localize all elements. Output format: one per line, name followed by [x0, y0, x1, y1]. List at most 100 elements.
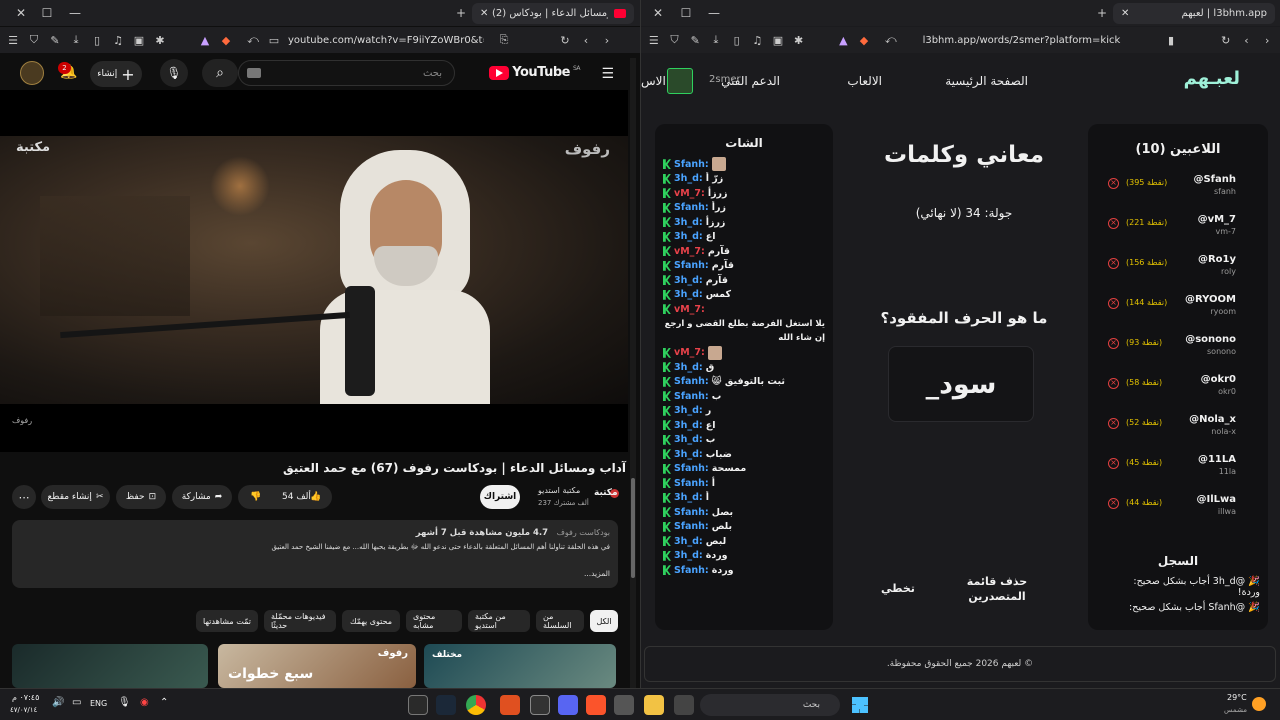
hamburger-menu-icon[interactable]: ☰ [601, 66, 614, 82]
chat-username[interactable]: 3h_d: [674, 405, 703, 416]
nav-games[interactable]: الالعاب [847, 74, 882, 88]
chat-username[interactable]: 3h_d: [674, 289, 703, 300]
close-window-icon[interactable]: ✕ [643, 6, 673, 20]
windows-start-icon[interactable] [852, 697, 868, 713]
shield-icon[interactable]: ⛉ [27, 33, 41, 47]
mic-button[interactable]: 🎙 [160, 59, 188, 87]
show-more-link[interactable]: ...المزيد [20, 569, 610, 578]
menu-icon[interactable]: ☰ [647, 34, 661, 47]
like-icon[interactable]: 👍 [310, 492, 321, 502]
create-button[interactable]: إنشاء + [90, 61, 142, 87]
minimize-window-icon[interactable]: — [60, 6, 90, 20]
shield-icon[interactable]: ⛉ [668, 33, 682, 47]
remove-player-icon[interactable]: × [1108, 458, 1119, 469]
channel-title[interactable]: مكتبة استديو [538, 486, 580, 495]
avatar[interactable] [20, 61, 44, 85]
back-icon[interactable]: ‹ [579, 34, 593, 47]
clip-button[interactable]: إنشاء مقطع ✂ [41, 485, 110, 509]
remove-player-icon[interactable]: × [1108, 418, 1119, 429]
microphone-tray-icon[interactable]: 🎙 [118, 697, 131, 708]
video-thumbnail-2[interactable]: رفوف سبع خطوات [218, 644, 416, 688]
reload-icon[interactable]: ↻ [1219, 34, 1233, 47]
weather-temp[interactable]: 29°C [1227, 693, 1247, 702]
chat-username[interactable]: Sfanh: [674, 478, 709, 489]
music-icon[interactable]: ♫ [111, 34, 125, 47]
chat-username[interactable]: Sfanh: [674, 507, 709, 518]
chat-username[interactable]: 3h_d: [674, 434, 703, 445]
brave-browser-icon[interactable] [586, 695, 606, 715]
chat-username[interactable]: 3h_d: [674, 449, 703, 460]
battery-icon[interactable]: ▭ [72, 697, 81, 708]
chat-username[interactable]: vM_7: [674, 188, 705, 199]
close-tab-icon[interactable]: ✕ [480, 8, 488, 19]
remove-player-icon[interactable]: × [1108, 218, 1119, 229]
username[interactable]: 2smer [709, 74, 741, 85]
video-player[interactable]: رفوف مكتبة رفوف [0, 90, 628, 452]
like-count[interactable]: 54 ألف [282, 492, 311, 502]
nav-home[interactable]: الصفحة الرئيسية [945, 74, 1028, 88]
chip-4[interactable]: محتوى يهمّك [342, 610, 400, 632]
chat-username[interactable]: Sfanh: [674, 260, 709, 271]
reload-icon[interactable]: ↻ [558, 34, 572, 47]
chat-username[interactable]: vM_7: [674, 304, 705, 315]
share-url-icon[interactable]: ⤺ [246, 33, 260, 47]
puzzle-icon[interactable]: ✱ [153, 34, 167, 47]
vpn-icon[interactable]: ▲ [837, 34, 851, 47]
menu-icon[interactable]: ☰ [6, 34, 20, 47]
chat-username[interactable]: vM_7: [674, 246, 705, 257]
puzzle-icon[interactable]: ✱ [792, 34, 806, 47]
chat-username[interactable]: 3h_d: [674, 231, 703, 242]
share-url-icon[interactable]: ⤺ [884, 33, 898, 47]
brave-shield-icon[interactable]: ◆ [857, 34, 871, 47]
download-icon[interactable]: ⤓ [709, 33, 723, 47]
steam-icon[interactable] [436, 695, 456, 715]
sidebar-icon[interactable]: ▯ [730, 34, 744, 47]
screenshot-icon[interactable]: ▣ [132, 34, 146, 47]
chip-0[interactable]: الكل [590, 610, 618, 632]
screenshot-icon[interactable]: ▣ [771, 34, 785, 47]
task-view-icon[interactable] [674, 695, 694, 715]
site-info-icon[interactable]: ▭ [267, 34, 281, 47]
address-bar[interactable]: youtube.com/watch?v=F9iiYZoWBr0&t=3... [288, 35, 484, 46]
discord-icon[interactable] [558, 695, 578, 715]
chat-username[interactable]: Sfanh: [674, 565, 709, 576]
clear-leaderboard-button[interactable]: حذف قائمة المتصدرين [965, 574, 1029, 604]
chrome-icon[interactable] [466, 695, 486, 715]
nav-overflow[interactable]: الاس [641, 74, 666, 88]
youtube-logo[interactable]: YouTube SA [489, 65, 581, 80]
chat-username[interactable]: 3h_d: [674, 362, 703, 373]
remove-player-icon[interactable]: × [1108, 298, 1119, 309]
back-icon[interactable]: ‹ [1240, 34, 1254, 47]
app-icon-2[interactable] [530, 695, 550, 715]
chat-username[interactable]: Sfanh: [674, 463, 709, 474]
taskbar-search[interactable]: بحث [700, 694, 840, 716]
remove-player-icon[interactable]: × [1108, 378, 1119, 389]
video-thumbnail-3[interactable] [12, 644, 208, 688]
forward-icon[interactable]: › [1260, 34, 1274, 47]
vpn-icon[interactable]: ▲ [198, 34, 212, 47]
tray-app-icon[interactable]: ◉ [140, 697, 149, 708]
remove-player-icon[interactable]: × [1108, 258, 1119, 269]
channel-name[interactable]: مكتبة [594, 488, 618, 498]
user-avatar[interactable] [667, 68, 693, 94]
maximize-window-icon[interactable]: ☐ [32, 6, 62, 20]
chat-username[interactable]: 3h_d: [674, 550, 703, 561]
file-explorer-icon[interactable] [644, 695, 664, 715]
remove-player-icon[interactable]: × [1108, 178, 1119, 189]
site-logo[interactable]: لعبـهم [1184, 68, 1240, 89]
keyboard-icon[interactable] [247, 68, 261, 78]
chat-username[interactable]: 3h_d: [674, 275, 703, 286]
chip-6[interactable]: تمّت مشاهدتها [196, 610, 258, 632]
sidebar-icon[interactable]: ▯ [90, 34, 104, 47]
forward-icon[interactable]: › [600, 34, 614, 47]
address-bar[interactable]: l3bhm.app/words/2smer?platform=kick [923, 35, 1158, 46]
download-icon[interactable]: ⤓ [69, 33, 83, 47]
language-indicator[interactable]: ENG [90, 699, 107, 708]
search-button[interactable]: ⌕ [202, 59, 238, 87]
clock-time[interactable]: ٠٧:٤٥ م [12, 693, 39, 702]
save-button[interactable]: حفظ ⊡ [116, 485, 166, 509]
chat-username[interactable]: 3h_d: [674, 420, 703, 431]
scrollbar-thumb[interactable] [631, 478, 635, 578]
translate-icon[interactable]: ⎘ [497, 33, 511, 47]
minimize-window-icon[interactable]: — [699, 6, 729, 20]
